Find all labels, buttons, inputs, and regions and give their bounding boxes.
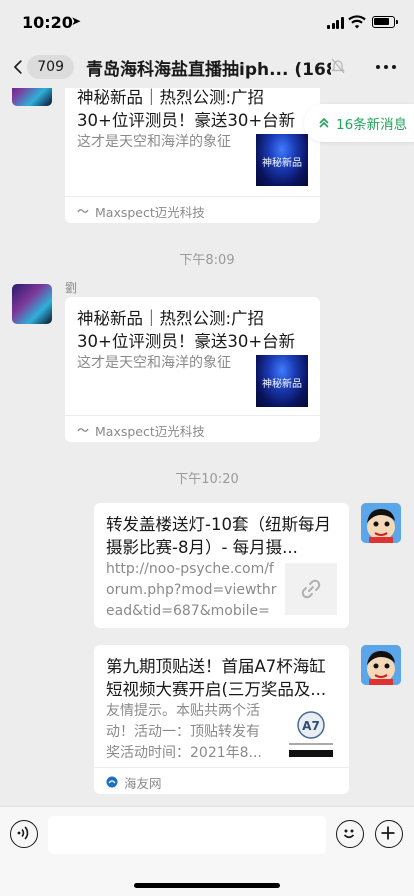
timestamp: 下午8:09 bbox=[179, 253, 235, 268]
chat-header: 709 青岛海科海盐直播抽iph... (168) bbox=[0, 46, 414, 88]
card-footer: Maxspect迈光科技 bbox=[65, 196, 320, 223]
card-thumbnail: 神秘新品 bbox=[256, 134, 308, 186]
thumbnail-text: 神秘新品 bbox=[262, 379, 302, 390]
battery-icon bbox=[372, 16, 398, 28]
voice-input-button[interactable] bbox=[10, 820, 38, 848]
status-bar: 10:20 ➤ bbox=[0, 0, 414, 46]
card-source: Maxspect迈光科技 bbox=[95, 424, 205, 439]
more-actions-button[interactable] bbox=[375, 820, 403, 848]
card-thumbnail bbox=[285, 563, 337, 615]
smiley-icon bbox=[343, 829, 355, 839]
card-thumbnail: A7 bbox=[285, 705, 337, 757]
avatar[interactable] bbox=[12, 284, 52, 324]
status-time: 10:20 bbox=[22, 13, 73, 32]
avatar[interactable] bbox=[12, 88, 52, 106]
cellular-signal-icon bbox=[327, 17, 344, 29]
tilde-source-icon bbox=[77, 428, 89, 432]
card-footer: 海友网 bbox=[94, 767, 349, 794]
emoji-button[interactable] bbox=[336, 820, 364, 848]
back-button[interactable]: 709 bbox=[12, 54, 74, 80]
chat-title: 青岛海科海盐直播抽iph... (168) bbox=[86, 60, 331, 80]
tilde-source-icon bbox=[77, 209, 89, 213]
card-title: 第九期顶贴送！首届A7杯海缸短视频大赛开启(三万奖品及... bbox=[106, 657, 327, 699]
message-input[interactable] bbox=[48, 816, 326, 854]
plus-icon bbox=[381, 826, 395, 840]
card-title: 转发盖楼送灯-10套（纽斯每月摄影比赛-8月）- 每月摄... bbox=[106, 515, 331, 557]
svg-text:A7: A7 bbox=[302, 719, 320, 733]
card-description: 这才是天空和海洋的象征 bbox=[77, 355, 231, 371]
more-options-button[interactable] bbox=[374, 56, 398, 78]
avatar[interactable] bbox=[361, 503, 401, 543]
link-card-message[interactable]: 第九期顶贴送！首届A7杯海缸短视频大赛开启(三万奖品及... 友情提示。本贴共两… bbox=[94, 645, 349, 794]
dot-icon bbox=[376, 65, 380, 69]
card-description: http://noo-psyche.com/forum.php?mod=view… bbox=[106, 561, 277, 619]
logo-thumbnail-icon: A7 bbox=[285, 705, 337, 757]
dot-icon bbox=[392, 65, 396, 69]
thumbnail-text: 神秘新品 bbox=[262, 158, 302, 169]
card-source: 海友网 bbox=[124, 776, 162, 791]
avatar[interactable] bbox=[361, 645, 401, 685]
card-footer: Maxspect迈光科技 bbox=[65, 415, 320, 442]
unread-count-badge: 709 bbox=[27, 55, 74, 79]
sender-name: 劉 bbox=[65, 281, 78, 295]
link-card-message[interactable]: 转发盖楼送灯-10套（纽斯每月摄影比赛-8月）- 每月摄... http://n… bbox=[94, 503, 349, 628]
new-messages-label: 16条新消息 bbox=[336, 117, 408, 133]
chat-messages[interactable]: 神秘新品｜热烈公测:广招30+位评测员！豪送30+台新品... 这才是天空和海洋… bbox=[0, 88, 414, 806]
dot-icon bbox=[384, 65, 388, 69]
link-card-message[interactable]: 神秘新品｜热烈公测:广招30+位评测员！豪送30+台新品... 这才是天空和海洋… bbox=[65, 297, 320, 442]
chevron-left-icon bbox=[14, 60, 22, 74]
wifi-icon bbox=[348, 15, 366, 29]
card-description: 友情提示。本贴共两个活动！活动一：顶贴转发有奖活动时间：2021年8... bbox=[106, 703, 262, 761]
card-title: 神秘新品｜热烈公测:广招30+位评测员！豪送30+台新品... bbox=[77, 88, 296, 130]
mute-bell-icon bbox=[331, 58, 345, 74]
double-chevron-up-icon bbox=[319, 117, 329, 128]
location-icon: ➤ bbox=[71, 14, 82, 28]
voice-wave-icon bbox=[17, 826, 29, 840]
card-description: 这才是天空和海洋的象征 bbox=[77, 134, 231, 150]
timestamp: 下午10:20 bbox=[175, 472, 239, 487]
input-bar bbox=[0, 806, 414, 896]
link-icon bbox=[301, 579, 321, 599]
home-indicator bbox=[134, 883, 280, 888]
new-messages-button[interactable]: 16条新消息 bbox=[304, 104, 414, 142]
card-title: 神秘新品｜热烈公测:广招30+位评测员！豪送30+台新品... bbox=[77, 309, 296, 351]
haiyou-source-icon bbox=[106, 776, 118, 788]
card-thumbnail: 神秘新品 bbox=[256, 355, 308, 407]
cartoon-avatar-icon bbox=[361, 645, 401, 685]
link-card-message[interactable]: 神秘新品｜热烈公测:广招30+位评测员！豪送30+台新品... 这才是天空和海洋… bbox=[65, 88, 320, 223]
cartoon-avatar-icon bbox=[361, 503, 401, 543]
card-source: Maxspect迈光科技 bbox=[95, 205, 205, 220]
